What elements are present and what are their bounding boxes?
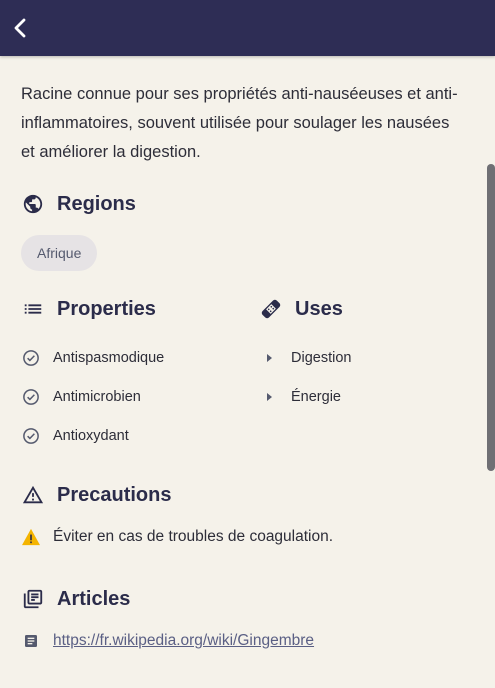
properties-title: Properties: [57, 297, 156, 320]
property-label: Antimicrobien: [53, 389, 141, 405]
use-label: Énergie: [291, 389, 341, 405]
uses-title: Uses: [295, 297, 343, 320]
scrollbar-thumb[interactable]: [487, 164, 495, 471]
check-circle-icon: [21, 348, 41, 368]
property-item: Antimicrobien: [21, 387, 141, 407]
app-bar: [0, 0, 495, 56]
check-circle-icon: [21, 426, 41, 446]
warning-outline-icon: [21, 483, 45, 507]
articles-header: Articles: [21, 587, 130, 611]
arrow-right-icon: [259, 348, 279, 368]
articles-title: Articles: [57, 587, 131, 610]
check-circle-icon: [21, 387, 41, 407]
precautions-header: Precautions: [21, 483, 171, 507]
properties-header: Properties: [21, 297, 156, 321]
article-item: https://fr.wikipedia.org/wiki/Gingembre: [21, 631, 314, 651]
library-icon: [21, 587, 45, 611]
uses-header: Uses: [259, 297, 343, 321]
property-label: Antioxydant: [53, 428, 129, 444]
precautions-title: Precautions: [57, 483, 172, 506]
use-item: Énergie: [259, 387, 341, 407]
regions-title: Regions: [57, 192, 136, 215]
precaution-label: Éviter en cas de troubles de coagulation…: [53, 528, 334, 545]
precaution-item: Éviter en cas de troubles de coagulation…: [21, 527, 333, 547]
region-chip[interactable]: Afrique: [21, 235, 98, 271]
globe-icon: [21, 192, 45, 216]
detail-content: Racine connue pour ses propriétés anti-n…: [0, 56, 495, 688]
use-label: Digestion: [291, 350, 352, 366]
arrow-right-icon: [259, 387, 279, 407]
regions-header: Regions: [21, 192, 136, 216]
article-link[interactable]: https://fr.wikipedia.org/wiki/Gingembre: [53, 632, 314, 650]
arrow-back-icon: [14, 18, 26, 38]
property-item: Antispasmodique: [21, 348, 164, 368]
bandage-icon: [259, 297, 283, 321]
article-icon: [21, 631, 41, 651]
description-text: Racine connue pour ses propriétés anti-n…: [21, 85, 458, 161]
list-icon: [21, 297, 45, 321]
property-label: Antispasmodique: [53, 350, 165, 366]
use-item: Digestion: [259, 348, 351, 368]
property-item: Antioxydant: [21, 426, 129, 446]
warning-icon: [21, 527, 41, 547]
back-button[interactable]: [6, 12, 34, 44]
